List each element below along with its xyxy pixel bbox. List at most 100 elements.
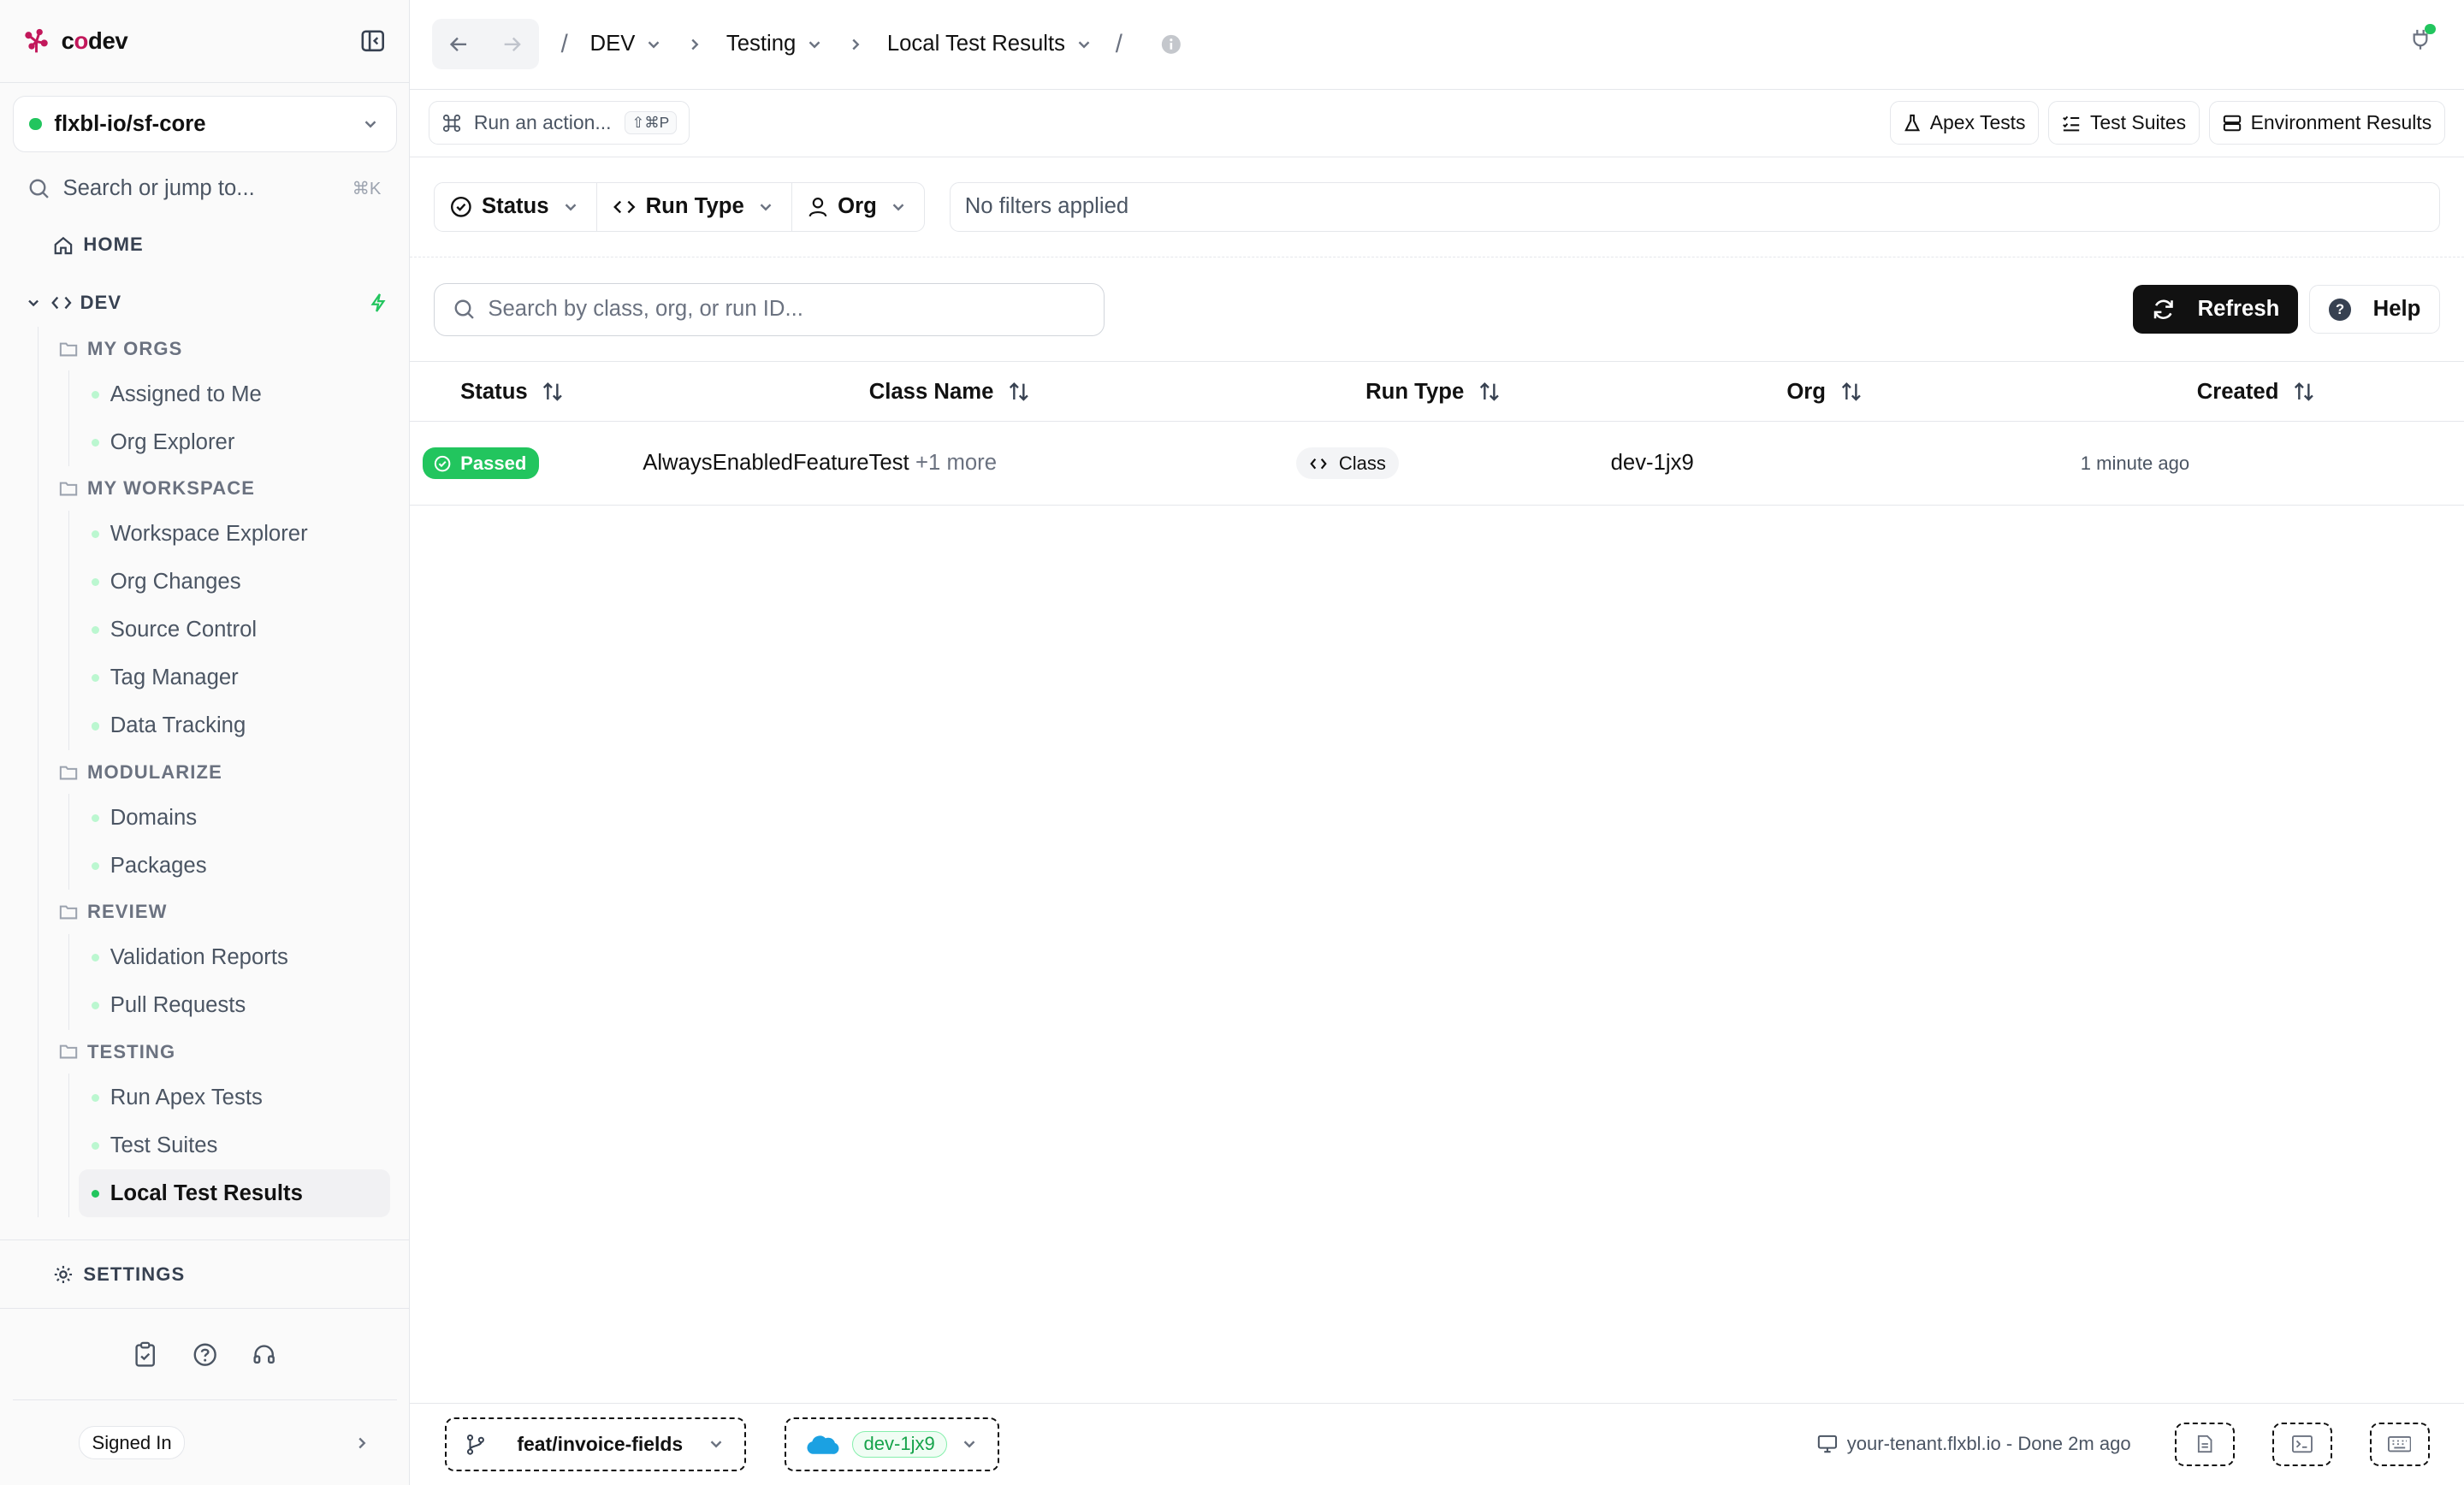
filter-label: Org bbox=[838, 194, 877, 219]
sort-icon bbox=[543, 382, 563, 402]
sidebar-search[interactable]: Search or jump to... ⌘K bbox=[0, 157, 409, 220]
connection-status[interactable] bbox=[2411, 23, 2436, 57]
signed-in-row[interactable]: Signed In bbox=[12, 1399, 397, 1484]
sidebar-item-validation-reports[interactable]: Validation Reports bbox=[69, 934, 409, 982]
chevron-right-icon bbox=[691, 38, 699, 50]
logo[interactable]: codev bbox=[22, 27, 128, 56]
refresh-button[interactable]: Refresh bbox=[2133, 285, 2299, 334]
nav-dev[interactable]: DEV bbox=[0, 280, 409, 327]
sidebar-item-packages[interactable]: Packages bbox=[69, 842, 409, 890]
tab-label: Environment Results bbox=[2250, 111, 2432, 134]
help-button[interactable]: ? Help bbox=[2309, 285, 2441, 334]
breadcrumb-testing[interactable]: Testing bbox=[726, 32, 825, 56]
filter-buttons: Status Run Type Org bbox=[433, 181, 925, 233]
sidebar-item-label: Org Changes bbox=[110, 570, 241, 595]
sidebar-item-label: Source Control bbox=[110, 618, 258, 642]
flask-icon bbox=[1904, 114, 1920, 131]
column-created[interactable]: Created bbox=[2197, 362, 2315, 422]
bullet bbox=[91, 578, 99, 587]
sidebar-item-source-control[interactable]: Source Control bbox=[69, 606, 409, 654]
folder-icon bbox=[59, 905, 78, 920]
group-my-workspace[interactable]: MY WORKSPACE bbox=[38, 466, 409, 510]
group-review[interactable]: REVIEW bbox=[38, 890, 409, 933]
run-action-button[interactable]: Run an action... ⇧⌘P bbox=[429, 100, 690, 145]
column-label: Created bbox=[2196, 379, 2279, 404]
terminal-button[interactable] bbox=[2272, 1422, 2332, 1467]
results-search-input[interactable] bbox=[488, 297, 1054, 322]
arrow-right-icon[interactable] bbox=[501, 33, 524, 56]
sidebar-item-label: Test Suites bbox=[110, 1133, 218, 1157]
run-action-shortcut: ⇧⌘P bbox=[625, 111, 677, 134]
created-time: 1 minute ago bbox=[2080, 452, 2190, 474]
column-status[interactable]: Status bbox=[460, 362, 564, 422]
nav-home[interactable]: HOME bbox=[0, 220, 409, 270]
group-items: Run Apex Tests Test Suites Local Test Re… bbox=[68, 1074, 409, 1218]
breadcrumb-label: DEV bbox=[589, 32, 636, 56]
help-circle-icon[interactable] bbox=[192, 1342, 217, 1367]
branch-selector[interactable]: feat/invoice-fields bbox=[444, 1417, 747, 1471]
sidebar-item-test-suites[interactable]: Test Suites bbox=[69, 1121, 409, 1169]
signed-in-badge: Signed In bbox=[78, 1426, 186, 1460]
chevron-down-icon bbox=[649, 41, 660, 49]
info-icon[interactable] bbox=[1160, 33, 1182, 56]
main-content: / DEV Testing Local Test Results / Run a… bbox=[410, 0, 2464, 1485]
file-icon bbox=[2197, 1435, 2212, 1453]
tab-apex-tests[interactable]: Apex Tests bbox=[1889, 100, 2040, 145]
chevron-down-icon bbox=[565, 204, 577, 211]
question-icon: ? bbox=[2329, 298, 2351, 321]
nav-settings[interactable]: SETTINGS bbox=[0, 1239, 410, 1309]
bullet bbox=[91, 722, 99, 731]
sort-icon bbox=[1841, 382, 1861, 402]
headset-icon[interactable] bbox=[252, 1342, 276, 1367]
arrow-left-icon[interactable] bbox=[447, 33, 470, 56]
tenant-status: your-tenant.flxbl.io - Done 2m ago bbox=[1817, 1433, 2131, 1455]
run-type-badge: Class bbox=[1296, 447, 1399, 480]
breadcrumb-local-test-results[interactable]: Local Test Results bbox=[887, 32, 1093, 56]
more-classes-link[interactable]: +1 more bbox=[915, 451, 997, 476]
column-org[interactable]: Org bbox=[1786, 362, 1862, 422]
command-icon bbox=[443, 114, 461, 132]
filter-status[interactable]: Status bbox=[435, 182, 597, 232]
column-label: Status bbox=[460, 379, 528, 404]
sort-icon bbox=[2294, 382, 2313, 402]
chevron-right-icon bbox=[852, 38, 860, 50]
group-modularize[interactable]: MODULARIZE bbox=[38, 750, 409, 794]
tab-environment-results[interactable]: Environment Results bbox=[2208, 100, 2445, 145]
sidebar-item-org-explorer[interactable]: Org Explorer bbox=[69, 418, 409, 466]
collapse-sidebar-button[interactable] bbox=[359, 27, 388, 56]
column-class-name[interactable]: Class Name bbox=[869, 362, 1030, 422]
group-testing[interactable]: TESTING bbox=[38, 1030, 409, 1074]
active-filters-summary: No filters applied bbox=[950, 181, 2441, 233]
tab-test-suites[interactable]: Test Suites bbox=[2048, 100, 2200, 145]
nav-home-label: HOME bbox=[83, 234, 144, 256]
sidebar-item-tag-manager[interactable]: Tag Manager bbox=[69, 654, 409, 702]
sidebar-item-org-changes[interactable]: Org Changes bbox=[69, 559, 409, 606]
sidebar-item-workspace-explorer[interactable]: Workspace Explorer bbox=[69, 511, 409, 559]
sidebar-item-assigned-to-me[interactable]: Assigned to Me bbox=[69, 370, 409, 418]
breadcrumb-dev[interactable]: DEV bbox=[590, 32, 664, 56]
filter-org[interactable]: Org bbox=[792, 183, 924, 232]
class-name[interactable]: AlwaysEnabledFeatureTest bbox=[643, 451, 909, 476]
org-selector[interactable]: dev-1jx9 bbox=[784, 1417, 1000, 1471]
column-run-type[interactable]: Run Type bbox=[1365, 362, 1500, 422]
sidebar-item-local-test-results[interactable]: Local Test Results bbox=[78, 1169, 391, 1218]
cell-org: dev-1jx9 bbox=[1611, 422, 1694, 505]
document-panel-button[interactable] bbox=[2175, 1422, 2235, 1467]
sidebar-item-domains[interactable]: Domains bbox=[69, 794, 409, 842]
breadcrumb-label: Local Test Results bbox=[886, 32, 1065, 56]
sidebar-item-run-apex-tests[interactable]: Run Apex Tests bbox=[69, 1074, 409, 1121]
clipboard-check-icon[interactable] bbox=[133, 1341, 157, 1368]
breadcrumb-label: Testing bbox=[726, 32, 797, 56]
tab-label: Test Suites bbox=[2089, 111, 2187, 134]
filter-run-type[interactable]: Run Type bbox=[597, 182, 792, 232]
bullet bbox=[91, 390, 99, 399]
search-icon bbox=[29, 179, 49, 198]
repo-name: flxbl-io/sf-core bbox=[54, 111, 206, 136]
group-my-orgs[interactable]: MY ORGS bbox=[38, 327, 409, 370]
sidebar-item-data-tracking[interactable]: Data Tracking bbox=[69, 702, 409, 750]
sidebar-item-pull-requests[interactable]: Pull Requests bbox=[69, 982, 409, 1030]
repo-selector[interactable]: flxbl-io/sf-core bbox=[12, 96, 397, 153]
group-title: MY ORGS bbox=[87, 337, 183, 359]
table-row[interactable]: Passed AlwaysEnabledFeatureTest +1 more … bbox=[410, 422, 2464, 506]
keyboard-shortcuts-button[interactable] bbox=[2369, 1422, 2430, 1467]
